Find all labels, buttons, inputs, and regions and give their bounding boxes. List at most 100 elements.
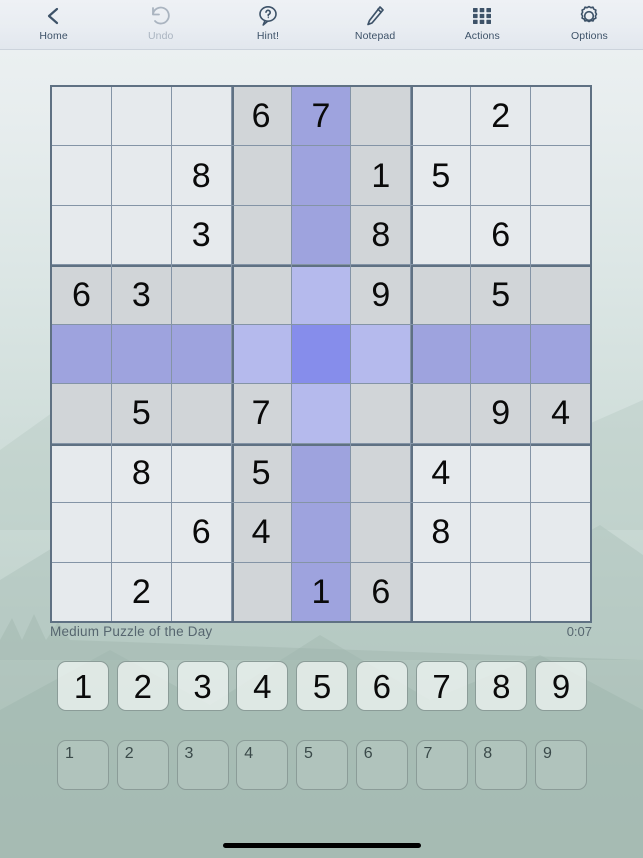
sudoku-cell[interactable]	[291, 324, 351, 384]
sudoku-cell[interactable]	[52, 503, 111, 562]
note-key-1[interactable]: 1	[57, 740, 109, 790]
number-key-1[interactable]: 1	[57, 661, 109, 711]
sudoku-cell[interactable]	[171, 87, 231, 146]
sudoku-cell[interactable]	[231, 562, 291, 621]
note-key-6[interactable]: 6	[355, 740, 408, 790]
sudoku-cell[interactable]	[171, 443, 231, 503]
sudoku-cell[interactable]: 5	[471, 265, 531, 324]
sudoku-cell[interactable]	[111, 146, 171, 205]
sudoku-cell[interactable]	[52, 87, 111, 146]
sudoku-cell[interactable]	[231, 205, 291, 265]
toolbar-item-home[interactable]: Home	[0, 0, 107, 50]
sudoku-cell[interactable]: 8	[111, 443, 171, 503]
sudoku-cell[interactable]	[291, 205, 351, 265]
sudoku-cell[interactable]	[171, 562, 231, 621]
sudoku-cell[interactable]: 3	[111, 265, 171, 324]
sudoku-cell[interactable]	[531, 146, 590, 205]
sudoku-cell[interactable]	[231, 146, 291, 205]
sudoku-cell[interactable]	[411, 87, 471, 146]
sudoku-cell[interactable]: 6	[52, 265, 111, 324]
sudoku-cell[interactable]	[291, 384, 351, 443]
sudoku-cell[interactable]	[291, 503, 351, 562]
sudoku-cell[interactable]	[531, 443, 590, 503]
sudoku-cell[interactable]: 4	[231, 503, 291, 562]
sudoku-cell[interactable]	[111, 205, 171, 265]
sudoku-cell[interactable]: 2	[111, 562, 171, 621]
sudoku-cell[interactable]	[531, 265, 590, 324]
toolbar-item-notepad[interactable]: Notepad	[322, 0, 429, 50]
note-key-4[interactable]: 4	[236, 740, 289, 790]
number-key-5[interactable]: 5	[296, 661, 348, 711]
number-key-8[interactable]: 8	[475, 661, 528, 711]
note-key-3[interactable]: 3	[176, 740, 229, 790]
sudoku-cell[interactable]	[231, 324, 291, 384]
sudoku-cell[interactable]	[231, 265, 291, 324]
note-key-9[interactable]: 9	[535, 740, 587, 790]
sudoku-cell[interactable]: 3	[171, 205, 231, 265]
sudoku-cell[interactable]	[111, 503, 171, 562]
sudoku-cell[interactable]: 6	[231, 87, 291, 146]
sudoku-cell[interactable]	[291, 146, 351, 205]
sudoku-cell[interactable]: 5	[111, 384, 171, 443]
sudoku-cell[interactable]	[411, 265, 471, 324]
toolbar-item-hint[interactable]: Hint!	[214, 0, 321, 50]
sudoku-cell[interactable]	[531, 87, 590, 146]
sudoku-cell[interactable]	[52, 384, 111, 443]
sudoku-cell[interactable]	[111, 324, 171, 384]
sudoku-cell[interactable]: 4	[411, 443, 471, 503]
number-key-4[interactable]: 4	[236, 661, 289, 711]
sudoku-cell[interactable]: 2	[471, 87, 531, 146]
note-key-8[interactable]: 8	[475, 740, 528, 790]
note-key-2[interactable]: 2	[116, 740, 169, 790]
sudoku-cell[interactable]	[351, 384, 411, 443]
sudoku-cell[interactable]	[471, 324, 531, 384]
note-key-7[interactable]: 7	[415, 740, 468, 790]
sudoku-cell[interactable]: 7	[231, 384, 291, 443]
note-key-5[interactable]: 5	[296, 740, 348, 790]
sudoku-cell[interactable]	[351, 443, 411, 503]
sudoku-cell[interactable]	[471, 146, 531, 205]
sudoku-cell[interactable]: 1	[291, 562, 351, 621]
sudoku-cell[interactable]	[52, 562, 111, 621]
number-key-6[interactable]: 6	[355, 661, 408, 711]
sudoku-cell[interactable]: 7	[291, 87, 351, 146]
sudoku-cell[interactable]: 5	[231, 443, 291, 503]
sudoku-cell[interactable]	[531, 503, 590, 562]
sudoku-cell[interactable]	[531, 562, 590, 621]
toolbar-item-undo[interactable]: Undo	[107, 0, 214, 50]
sudoku-cell[interactable]	[471, 443, 531, 503]
sudoku-cell[interactable]	[52, 324, 111, 384]
sudoku-cell[interactable]	[291, 265, 351, 324]
sudoku-cell[interactable]: 1	[351, 146, 411, 205]
sudoku-cell[interactable]	[411, 324, 471, 384]
sudoku-cell[interactable]: 6	[471, 205, 531, 265]
sudoku-cell[interactable]	[171, 324, 231, 384]
sudoku-cell[interactable]	[531, 324, 590, 384]
sudoku-cell[interactable]: 4	[531, 384, 590, 443]
sudoku-cell[interactable]	[52, 205, 111, 265]
sudoku-cell[interactable]	[411, 205, 471, 265]
number-key-7[interactable]: 7	[415, 661, 468, 711]
sudoku-cell[interactable]	[531, 205, 590, 265]
sudoku-cell[interactable]	[351, 87, 411, 146]
toolbar-item-actions[interactable]: Actions	[429, 0, 536, 50]
toolbar-item-options[interactable]: Options	[536, 0, 643, 50]
sudoku-cell[interactable]	[291, 443, 351, 503]
sudoku-cell[interactable]	[471, 562, 531, 621]
number-key-9[interactable]: 9	[535, 661, 587, 711]
sudoku-cell[interactable]: 9	[351, 265, 411, 324]
sudoku-cell[interactable]	[171, 384, 231, 443]
sudoku-cell[interactable]: 6	[351, 562, 411, 621]
sudoku-cell[interactable]: 9	[471, 384, 531, 443]
sudoku-cell[interactable]: 8	[171, 146, 231, 205]
sudoku-cell[interactable]	[351, 324, 411, 384]
sudoku-cell[interactable]	[351, 503, 411, 562]
sudoku-grid[interactable]: 67281538663955794854648216	[50, 85, 592, 623]
sudoku-cell[interactable]: 8	[411, 503, 471, 562]
sudoku-cell[interactable]	[52, 443, 111, 503]
sudoku-cell[interactable]: 8	[351, 205, 411, 265]
sudoku-cell[interactable]	[111, 87, 171, 146]
sudoku-cell[interactable]	[411, 562, 471, 621]
sudoku-cell[interactable]	[52, 146, 111, 205]
sudoku-cell[interactable]	[171, 265, 231, 324]
